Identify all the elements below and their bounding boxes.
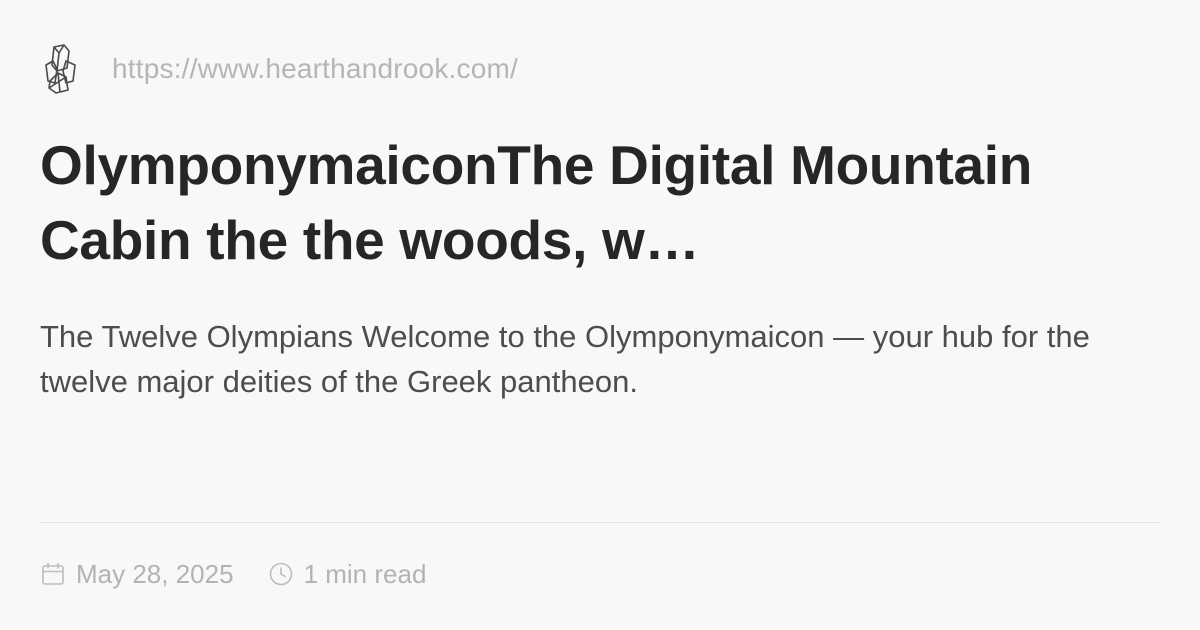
calendar-icon — [40, 561, 66, 587]
link-preview-card[interactable]: https://www.hearthandrook.com/ Olymponym… — [40, 40, 1160, 600]
publish-date-text: May 28, 2025 — [76, 558, 234, 589]
crystal-cluster-icon — [40, 41, 80, 97]
publish-date: May 28, 2025 — [40, 559, 234, 590]
read-time: 1 min read — [268, 558, 427, 590]
clock-icon — [268, 561, 294, 587]
site-header: https://www.hearthandrook.com/ — [40, 40, 1160, 98]
article-title[interactable]: OlymponymaiconThe Digital Mountain Cabin… — [40, 128, 1150, 278]
site-url[interactable]: https://www.hearthandrook.com/ — [112, 53, 518, 85]
article-meta: May 28, 2025 1 min read — [40, 556, 426, 592]
divider — [40, 522, 1160, 523]
read-time-text: 1 min read — [303, 558, 427, 589]
article-description: The Twelve Olympians Welcome to the Olym… — [40, 319, 1090, 399]
